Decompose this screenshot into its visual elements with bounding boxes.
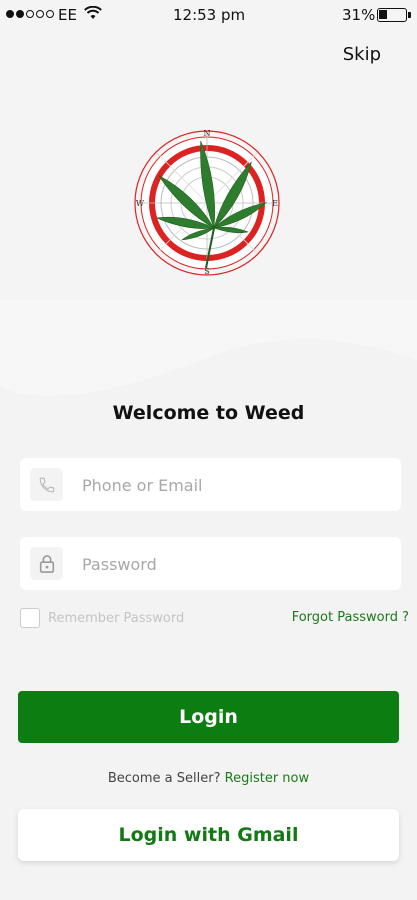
login-button[interactable]: Login <box>18 691 399 743</box>
battery-cap <box>408 12 411 18</box>
register-now-link[interactable]: Register now <box>225 771 309 786</box>
wifi-icon <box>84 6 102 19</box>
become-seller-row: Become a Seller? Register now <box>0 771 417 786</box>
compass-e: E <box>272 199 278 208</box>
compass-s: S <box>204 267 209 276</box>
remember-password-row[interactable]: Remember Password <box>20 608 184 628</box>
login-with-gmail-button[interactable]: Login with Gmail <box>18 809 399 861</box>
password-input[interactable] <box>82 549 382 579</box>
carrier-name: EE <box>58 6 77 24</box>
remember-password-checkbox[interactable] <box>20 608 40 628</box>
compass-n: N <box>204 129 211 138</box>
phone-icon <box>30 468 63 501</box>
forgot-password-link[interactable]: Forgot Password ? <box>292 610 409 625</box>
status-bar: EE 12:53 pm 31% <box>0 0 417 30</box>
compass-w: W <box>136 199 145 208</box>
clock-time: 12:53 pm <box>173 6 246 24</box>
phone-email-input[interactable] <box>82 470 382 500</box>
become-seller-text: Become a Seller? <box>107 771 221 786</box>
app-logo: N E S W <box>134 129 280 276</box>
phone-email-field[interactable] <box>20 458 401 511</box>
battery-percentage: 31% <box>342 6 376 24</box>
signal-strength-icon <box>6 10 54 18</box>
lock-icon <box>30 547 63 580</box>
welcome-title: Welcome to Weed <box>112 402 305 424</box>
skip-button[interactable]: Skip <box>343 44 381 65</box>
battery-icon <box>377 8 407 22</box>
password-field[interactable] <box>20 537 401 590</box>
remember-password-label: Remember Password <box>48 610 185 626</box>
